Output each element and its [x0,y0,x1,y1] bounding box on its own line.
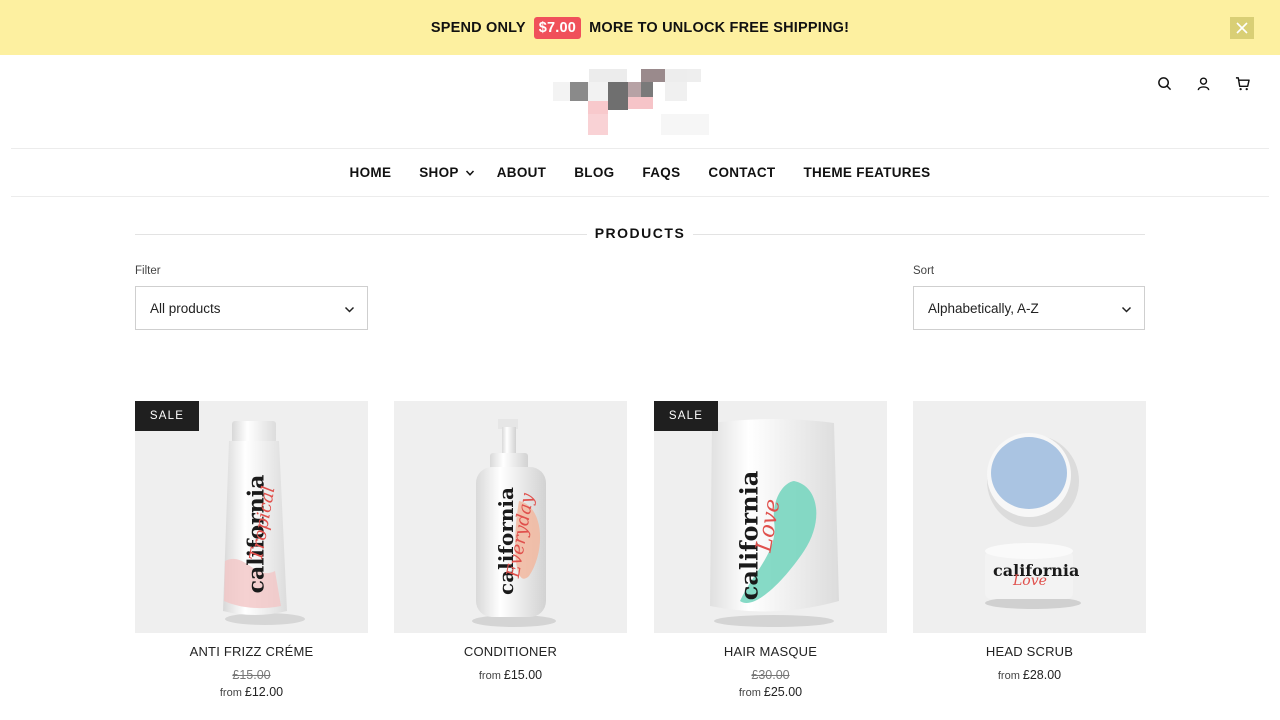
price-prefix: from [219,687,242,699]
product-card[interactable]: california Tropical SALE ANTI FRIZZ CRÉM… [135,401,368,699]
nav-item-home[interactable]: HOME [350,165,392,180]
product-name[interactable]: ANTI FRIZZ CRÉME [135,644,368,659]
filter-select[interactable]: All products [135,286,368,330]
header-actions [1155,74,1252,93]
price-prefix: from [738,687,761,699]
sale-badge: SALE [654,401,718,431]
cart-button[interactable] [1233,74,1252,93]
nav-item-shop-label: SHOP [419,165,459,180]
nav-item-shop[interactable]: SHOP [419,165,474,180]
price-prefix: from [478,670,501,682]
product-price: from £25.00 [654,685,887,699]
product-price: from £28.00 [913,668,1146,682]
page-title: PRODUCTS [594,225,686,241]
product-compare-price: £15.00 [232,668,271,682]
account-icon [1197,77,1210,91]
nav-item-contact[interactable]: CONTACT [708,165,775,180]
filter-label: Filter [135,265,161,277]
product-image[interactable]: california Love [913,401,1146,633]
product-name[interactable]: HEAD SCRUB [913,644,1146,659]
product-price: from £12.00 [135,685,368,699]
product-image[interactable]: california Everyday [394,401,627,633]
cart-icon [1235,77,1250,91]
search-button[interactable] [1155,74,1174,93]
account-button[interactable] [1194,74,1213,93]
product-image[interactable]: california Tropical SALE [135,401,368,633]
product-card[interactable]: california Love HEAD SCRUB from £28.00 [913,401,1146,682]
price-value: £15.00 [503,668,543,682]
price-value: £28.00 [1022,668,1062,682]
product-script-text: Love [1013,573,1047,589]
jar-illustration [985,433,1081,609]
sort-value: Alphabetically, A-Z [928,300,1039,316]
sort-label: Sort [913,265,935,277]
search-icon [1158,77,1172,91]
price-value: £25.00 [763,685,803,699]
product-price: from £15.00 [394,668,627,682]
announcement-bar: SPEND ONLY $7.00 MORE TO UNLOCK FREE SHI… [0,0,1280,55]
close-icon [1236,22,1248,34]
price-prefix: from [997,670,1020,682]
product-card[interactable]: california Everyday CONDITIONER from £15.… [394,401,627,682]
nav-divider [11,196,1269,197]
product-image[interactable]: california Love SALE [654,401,887,633]
chevron-down-icon [1121,303,1132,314]
main-navigation: HOME SHOP ABOUT BLOG FAQS CONTACT THEME … [0,149,1280,196]
sort-select[interactable]: Alphabetically, A-Z [913,286,1145,330]
filter-value: All products [150,300,221,316]
nav-item-about[interactable]: ABOUT [497,165,547,180]
product-name[interactable]: HAIR MASQUE [654,644,887,659]
announcement-prefix: SPEND ONLY [430,19,526,36]
announcement-suffix: MORE TO UNLOCK FREE SHIPPING! [589,19,850,36]
sale-badge: SALE [135,401,199,431]
nav-item-faqs[interactable]: FAQS [642,165,680,180]
store-logo[interactable] [553,69,711,137]
product-compare-price: £30.00 [751,668,790,682]
nav-item-theme-features[interactable]: THEME FEATURES [803,165,930,180]
chevron-down-icon [344,303,355,314]
close-announcement-button[interactable] [1230,17,1254,39]
remaining-amount-badge: $7.00 [533,16,582,39]
product-name[interactable]: CONDITIONER [394,644,627,659]
chevron-down-icon [465,168,475,178]
product-card[interactable]: california Love SALE HAIR MASQUE £30.00 … [654,401,887,699]
nav-item-blog[interactable]: BLOG [574,165,614,180]
announcement-text: SPEND ONLY $7.00 MORE TO UNLOCK FREE SHI… [0,0,1280,55]
price-value: £12.00 [244,685,284,699]
page-title-block: PRODUCTS [135,222,1145,246]
